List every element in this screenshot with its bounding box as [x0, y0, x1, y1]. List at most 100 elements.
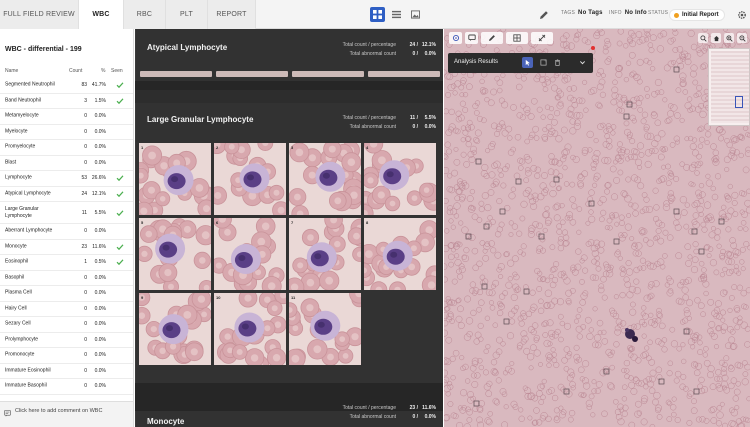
total-count-label: Total count / percentage — [342, 42, 396, 48]
comment-icon — [4, 410, 11, 417]
cell-percent: 0.0% — [94, 305, 106, 312]
cell-index-label: 6 — [216, 220, 219, 225]
comment-tool-button[interactable] — [465, 32, 478, 44]
cell-thumbnail[interactable]: 9 — [139, 293, 211, 365]
cell-count: 0 — [84, 128, 87, 135]
slide-minimap[interactable] — [708, 48, 750, 126]
slide-viewer[interactable]: Analysis Results — [444, 29, 750, 427]
annotation-marker[interactable] — [591, 46, 595, 50]
info-field[interactable]: INFO No Info — [609, 10, 647, 16]
differential-row[interactable]: Lymphocyte 53 26.6% — [0, 171, 133, 187]
differential-row[interactable]: Metamyelocyte 0 0.0% — [0, 109, 133, 125]
cell-count: 0 — [84, 228, 87, 235]
grid-tool-button[interactable] — [506, 32, 528, 44]
cell-type-name: Immature Basophil — [5, 382, 47, 389]
cell-thumbnail[interactable]: 4 — [364, 143, 436, 215]
differential-row[interactable]: Promonocyte 0 0.0% — [0, 348, 133, 364]
message-icon — [467, 34, 476, 41]
cell-image — [139, 143, 211, 215]
tab-full-field-review[interactable]: FULL FIELD REVIEW — [0, 0, 79, 29]
measure-tool-button[interactable] — [531, 32, 553, 44]
cell-percent: 0.0% — [94, 352, 106, 359]
tab-plt[interactable]: PLT — [166, 0, 208, 29]
draw-tool-button[interactable] — [481, 32, 503, 44]
target-tool-button[interactable] — [449, 32, 462, 44]
cell-count: 0 — [84, 352, 87, 359]
cell-image — [289, 218, 361, 290]
check-icon — [116, 175, 124, 182]
tab-rbc[interactable]: RBC — [124, 0, 166, 29]
differential-row[interactable]: Sezary Cell 0 0.0% — [0, 317, 133, 333]
cell-type-name: Blast — [5, 159, 17, 166]
differential-row[interactable]: Atypical Lymphocyte 24 12.1% — [0, 187, 133, 202]
cell-percent: 0.0% — [94, 274, 106, 281]
select-tool-button[interactable] — [522, 57, 533, 68]
differential-row[interactable]: Blast 0 0.0% — [0, 156, 133, 171]
abnormal-count-label: Total abnormal count — [349, 51, 396, 57]
tab-report[interactable]: REPORT — [208, 0, 256, 29]
differential-row[interactable]: Plasma Cell 0 0.0% — [0, 286, 133, 302]
differential-row[interactable]: Myelocyte 0 0.0% — [0, 125, 133, 140]
cell-thumbnail-strip[interactable] — [216, 71, 288, 77]
grid-view-button[interactable] — [370, 7, 385, 22]
tags-field[interactable]: TAGS No Tags — [561, 10, 603, 16]
differential-row[interactable]: Aberrant Lymphocyte 0 0.0% — [0, 224, 133, 240]
comment-bar[interactable]: Click here to add comment on WBC — [0, 401, 133, 427]
differential-row[interactable]: Immature Basophil 0 0.0% — [0, 379, 133, 395]
cell-thumbnail[interactable]: 3 — [289, 143, 361, 215]
differential-row[interactable]: Promyelocyte 0 0.0% — [0, 140, 133, 156]
cell-index-label: 5 — [141, 220, 144, 225]
section-divider — [135, 383, 443, 411]
cell-thumbnail[interactable]: 11 — [289, 293, 361, 365]
differential-row[interactable]: Monocyte 23 11.6% — [0, 240, 133, 255]
gear-icon[interactable] — [737, 10, 747, 20]
status-badge[interactable]: Initial Report — [669, 9, 725, 21]
differential-row[interactable]: Hairy Cell 0 0.0% — [0, 302, 133, 317]
cell-thumbnail-strip[interactable] — [140, 71, 212, 77]
delete-button[interactable] — [552, 57, 563, 68]
minimap-viewport[interactable] — [735, 96, 743, 108]
list-view-button[interactable] — [389, 7, 404, 22]
cell-thumbnail[interactable]: 8 — [364, 218, 436, 290]
cell-thumbnail-strip[interactable] — [292, 71, 364, 77]
cell-thumbnail[interactable]: 10 — [214, 293, 286, 365]
differential-row[interactable]: Immature Eosinophil 0 0.0% — [0, 364, 133, 379]
home-button[interactable] — [711, 33, 721, 43]
zoom-out-button[interactable] — [737, 33, 747, 43]
section-atypical-lymphocyte: Atypical Lymphocyte Total count / percen… — [135, 29, 443, 81]
cell-thumbnail-strip[interactable] — [368, 71, 440, 77]
cell-image — [139, 293, 211, 365]
cell-thumbnail[interactable]: 2 — [214, 143, 286, 215]
total-count-label: Total count / percentage — [342, 115, 396, 121]
minimap-thumbnail — [711, 51, 749, 123]
abnormal-count-percent: 0.0% — [424, 51, 436, 57]
differential-row[interactable]: Large Granular Lymphocyte 11 5.5% — [0, 202, 133, 224]
pen-icon — [489, 35, 495, 41]
cell-thumbnail[interactable]: 1 — [139, 143, 211, 215]
cell-type-name: Monocyte — [5, 243, 27, 250]
search-tool-button[interactable] — [698, 33, 708, 43]
image-view-button[interactable] — [408, 7, 423, 22]
collapse-button[interactable] — [577, 57, 588, 68]
cell-count: 0 — [84, 305, 87, 312]
cell-percent: 5.5% — [94, 209, 106, 216]
cell-index-label: 4 — [366, 145, 369, 150]
cell-index-label: 11 — [291, 295, 296, 300]
cell-percent: 0.5% — [94, 259, 106, 266]
tab-wbc[interactable]: WBC — [79, 0, 124, 29]
differential-row[interactable]: Eosinophil 1 0.5% — [0, 255, 133, 271]
blood-smear-image[interactable] — [444, 29, 750, 427]
differential-row[interactable]: Basophil 0 0.0% — [0, 271, 133, 286]
cell-thumbnail[interactable]: 7 — [289, 218, 361, 290]
pencil-icon[interactable] — [539, 10, 549, 20]
info-label: INFO — [609, 10, 622, 16]
tab-bar: FULL FIELD REVIEW WBC RBC PLT REPORT — [0, 0, 256, 29]
cell-thumbnail[interactable]: 5 — [139, 218, 211, 290]
cell-thumbnail[interactable]: 6 — [214, 218, 286, 290]
differential-row[interactable]: Band Neutrophil 3 1.5% — [0, 94, 133, 109]
differential-row[interactable]: Segmented Neutrophil 83 41.7% — [0, 78, 133, 94]
zoom-in-button[interactable] — [724, 33, 734, 43]
total-count-value: 24 / — [409, 42, 418, 48]
differential-row[interactable]: Prolymphocyte 0 0.0% — [0, 333, 133, 348]
resize-tool-button[interactable] — [538, 57, 549, 68]
